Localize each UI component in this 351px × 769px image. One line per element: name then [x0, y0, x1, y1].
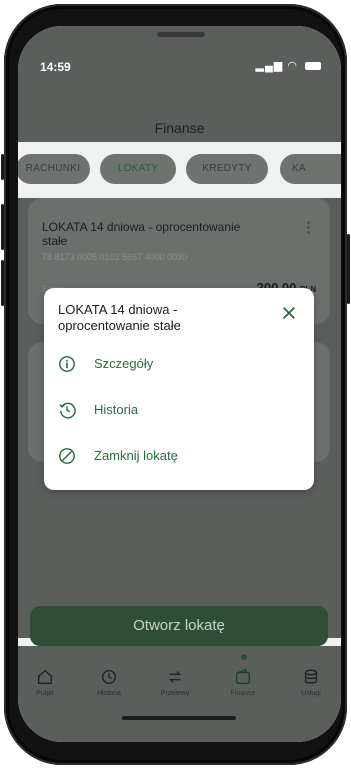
nav-item-pulpit[interactable]: Pulpit	[20, 668, 70, 697]
wifi-icon: ◠	[287, 60, 298, 72]
card-title: LOKATA 14 dniowa - oprocentowanie stałe	[42, 220, 241, 248]
active-indicator	[241, 654, 247, 660]
signal-icon: ▂▄▆	[255, 60, 284, 72]
tab-kredyty[interactable]: KREDYTY	[186, 154, 268, 184]
nav-item-uslugi[interactable]: Usługi	[286, 668, 336, 697]
option-label: Szczegóły	[94, 356, 154, 371]
nav-item-przelewy[interactable]: Przelewy	[150, 668, 200, 697]
nav-label: Pulpit	[36, 690, 54, 697]
volume-up-button	[1, 204, 4, 250]
more-options-icon[interactable]: ⋮	[301, 218, 316, 236]
power-button	[347, 234, 350, 304]
options-dialog: LOKATA 14 dniowa - oprocentowanie stałe …	[44, 288, 314, 490]
nav-label: Finanse	[230, 690, 256, 697]
home-icon	[37, 669, 53, 685]
history-icon	[59, 402, 76, 419]
bottom-navigation: Pulpit Historia Przelewy Finanse Usługi	[18, 646, 341, 742]
history-icon	[101, 669, 117, 685]
block-icon	[59, 448, 75, 464]
tab-lokaty[interactable]: LOKATY	[100, 154, 176, 184]
home-indicator[interactable]	[122, 716, 236, 720]
app-header: Finanse	[18, 90, 341, 142]
option-label: Historia	[94, 402, 139, 417]
nav-label: Historia	[97, 690, 121, 697]
option-label: Zamknij lokatę	[94, 448, 178, 463]
nav-label: Usługi	[301, 690, 321, 697]
battery-icon	[305, 62, 321, 71]
tab-ka[interactable]: KA	[280, 154, 341, 184]
account-number: 78 8173 0005 0102 5667 4000 0030	[42, 252, 188, 262]
option-historia[interactable]: Historia	[58, 398, 298, 424]
screen: 14:59 ▂▄▆ ◠ Finanse RACHUNKI LOKATY KRED…	[18, 26, 341, 742]
tab-bar: RACHUNKI LOKATY KREDYTY KA	[18, 142, 341, 198]
page-title: Finanse	[154, 120, 205, 136]
database-icon	[304, 669, 318, 684]
phone-frame: 14:59 ▂▄▆ ◠ Finanse RACHUNKI LOKATY KRED…	[1, 4, 350, 765]
status-icons: ▂▄▆ ◠	[256, 59, 321, 72]
speaker-notch	[157, 32, 205, 37]
wallet-icon	[235, 668, 251, 685]
nav-label: Przelewy	[160, 690, 190, 697]
option-szczegoly[interactable]: Szczegóły	[58, 352, 298, 378]
nav-item-historia[interactable]: Historia	[84, 668, 134, 697]
transfer-icon	[168, 671, 182, 683]
mute-switch	[1, 154, 4, 180]
open-deposit-button[interactable]: Otworz lokatę	[30, 606, 328, 646]
nav-item-finanse[interactable]: Finanse	[218, 668, 268, 697]
dialog-title: LOKATA 14 dniowa - oprocentowanie stałe	[58, 302, 181, 333]
volume-down-button	[1, 260, 4, 306]
tab-rachunki[interactable]: RACHUNKI	[18, 154, 90, 184]
option-zamknij-lokate[interactable]: Zamknij lokatę	[58, 444, 298, 470]
info-icon	[59, 356, 75, 372]
close-icon[interactable]	[280, 304, 298, 322]
status-time: 14:59	[40, 60, 71, 74]
